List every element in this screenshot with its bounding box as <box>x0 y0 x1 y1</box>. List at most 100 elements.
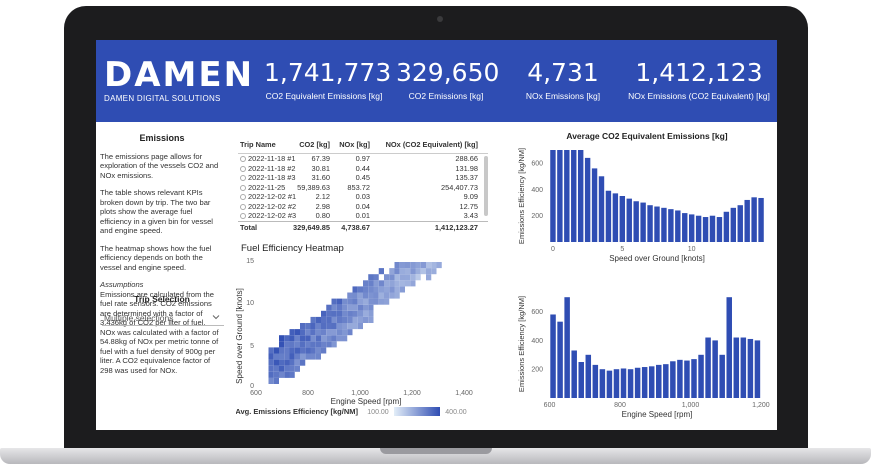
bar[interactable] <box>550 314 556 398</box>
bar[interactable] <box>670 361 676 398</box>
bar[interactable] <box>695 215 702 242</box>
bar[interactable] <box>564 297 570 398</box>
bar[interactable] <box>571 350 577 398</box>
bar[interactable] <box>656 364 662 398</box>
table-row[interactable]: 2022-11-18 #2 30.81 0.44 131.98 <box>238 164 488 174</box>
heatmap-cell <box>284 341 290 348</box>
heatmap-cell <box>336 316 342 323</box>
col-header[interactable]: NOx (CO2 Equivalent) [kg] <box>386 140 478 149</box>
bar[interactable] <box>684 360 690 398</box>
bar[interactable] <box>557 321 563 398</box>
bar[interactable] <box>626 198 632 242</box>
bar[interactable] <box>661 207 667 242</box>
bar[interactable] <box>663 364 669 398</box>
bar[interactable] <box>591 168 598 242</box>
bar[interactable] <box>709 215 716 242</box>
expand-circle-icon[interactable] <box>240 184 246 191</box>
heatmap-cell <box>352 323 358 330</box>
bar[interactable] <box>571 150 577 242</box>
bar[interactable] <box>578 362 584 398</box>
heatmap-cell <box>384 286 390 293</box>
heatmap-cell <box>289 371 295 378</box>
bar[interactable] <box>654 206 660 242</box>
bar[interactable] <box>550 150 556 242</box>
bar[interactable] <box>633 201 639 242</box>
bar[interactable] <box>584 157 591 242</box>
table-row[interactable]: 2022-11-25 59,389.63 853.72 254,407.73 <box>238 183 488 193</box>
bar[interactable] <box>606 370 613 398</box>
bar[interactable] <box>557 150 563 242</box>
bar[interactable] <box>620 368 627 398</box>
heatmap-cell <box>331 298 337 305</box>
trip-selection-dropdown[interactable]: Multiple selections <box>102 310 224 326</box>
table-row[interactable]: 2022-12-02 #1 2.12 0.03 9.09 <box>238 192 488 202</box>
bar[interactable] <box>747 338 754 398</box>
bar[interactable] <box>585 354 592 398</box>
fuel-efficiency-heatmap[interactable]: Speed over Ground [knots] 0 5 10 15 600 … <box>236 256 486 428</box>
kpi-label: CO2 Equivalent Emissions [kg] <box>265 91 383 101</box>
expand-circle-icon[interactable] <box>240 213 246 219</box>
bar[interactable] <box>640 202 646 242</box>
bar[interactable] <box>688 214 695 242</box>
bar[interactable] <box>754 340 761 398</box>
heatmap-cell <box>352 304 358 311</box>
bar[interactable] <box>648 366 655 398</box>
bar[interactable] <box>668 209 674 242</box>
bar[interactable] <box>719 354 725 398</box>
bar[interactable] <box>744 199 750 242</box>
info-panel: Emissions The emissions page allows for … <box>96 130 228 430</box>
bar[interactable] <box>691 359 697 398</box>
bar[interactable] <box>712 340 718 398</box>
bar[interactable] <box>592 364 599 398</box>
bar[interactable] <box>723 211 730 242</box>
heatmap-cell <box>410 274 416 281</box>
bar[interactable] <box>564 150 570 242</box>
bar[interactable] <box>740 337 747 398</box>
table-scrollbar[interactable] <box>484 156 488 216</box>
bar[interactable] <box>702 217 709 242</box>
table-row[interactable]: 2022-11-18 #3 31.60 0.45 135.37 <box>238 173 488 183</box>
bar[interactable] <box>726 297 732 398</box>
kpi-label: CO2 Emissions [kg] <box>408 91 484 101</box>
engine-speed-bar-chart[interactable]: 200 400 600 600 800 1,000 1,200 Engine Speed [r… <box>516 282 776 427</box>
expand-circle-icon[interactable] <box>240 194 246 200</box>
bar[interactable] <box>612 193 619 242</box>
heatmap-cell <box>352 316 358 323</box>
expand-circle-icon[interactable] <box>240 165 246 172</box>
bar[interactable] <box>598 176 605 242</box>
bar[interactable] <box>730 207 737 242</box>
table-row[interactable]: 2022-12-02 #3 0.80 0.01 3.43 <box>238 211 488 221</box>
bar[interactable] <box>758 197 764 242</box>
expand-circle-icon[interactable] <box>240 203 246 210</box>
bar[interactable] <box>751 197 757 242</box>
col-header[interactable]: Trip Name <box>240 140 276 149</box>
expand-circle-icon[interactable] <box>240 156 246 162</box>
bar[interactable] <box>698 354 704 398</box>
bar[interactable] <box>627 369 634 398</box>
bar[interactable] <box>613 369 620 398</box>
bar[interactable] <box>619 196 626 242</box>
table-row[interactable]: 2022-11-18 #1 67.39 0.97 288.66 <box>238 154 488 164</box>
bar[interactable] <box>737 205 743 242</box>
table-cell: 853.72 <box>347 182 370 192</box>
bar[interactable] <box>577 150 584 242</box>
bar[interactable] <box>705 337 711 398</box>
heatmap-cell <box>378 280 384 287</box>
bar[interactable] <box>682 213 688 242</box>
sog-bar-chart[interactable]: 200 400 600 0 5 10Speed over Ground [knots] Em… <box>516 140 776 270</box>
bar[interactable] <box>634 367 641 398</box>
bar[interactable] <box>605 190 612 242</box>
col-header[interactable]: NOx [kg] <box>339 140 370 149</box>
bar[interactable] <box>675 210 681 242</box>
bar[interactable] <box>647 205 653 242</box>
bar[interactable] <box>733 337 740 398</box>
heatmap-cell <box>384 274 390 281</box>
expand-circle-icon[interactable] <box>240 175 246 181</box>
heatmap-ylabel: Speed over Ground [knots] <box>236 288 244 384</box>
bar[interactable] <box>716 217 723 242</box>
bar[interactable] <box>599 369 606 398</box>
bar[interactable] <box>641 367 648 398</box>
col-header[interactable]: CO2 [kg] <box>299 140 330 149</box>
table-row[interactable]: 2022-12-02 #2 2.98 0.04 12.75 <box>238 202 488 212</box>
bar[interactable] <box>677 359 683 398</box>
